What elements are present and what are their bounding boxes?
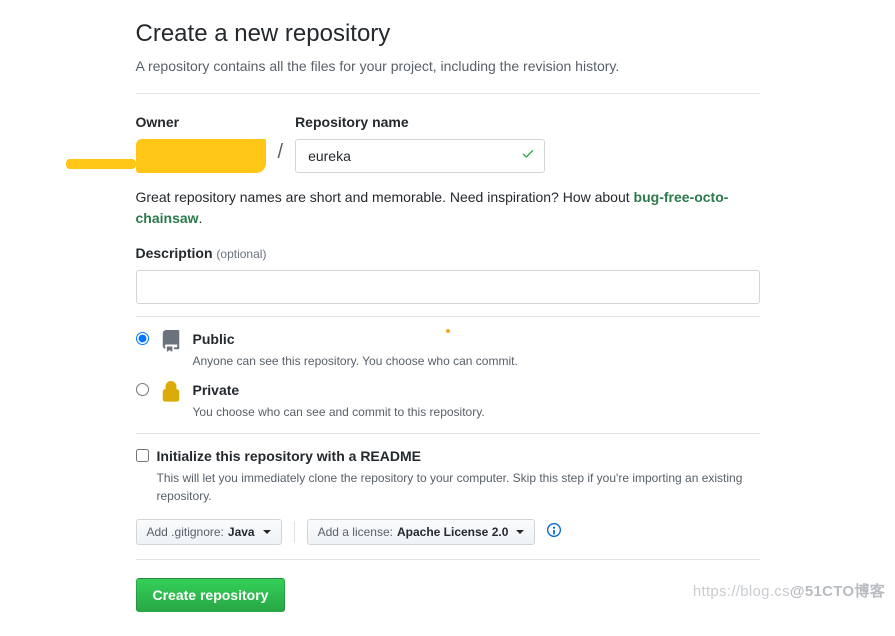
license-select[interactable]: Add a license: Apache License 2.0 xyxy=(307,519,536,545)
check-icon xyxy=(521,146,535,167)
readme-checkbox[interactable] xyxy=(136,449,149,462)
readme-title: Initialize this repository with a README xyxy=(157,448,421,464)
visibility-public-row: Public Anyone can see this repository. Y… xyxy=(136,329,760,370)
repo-name-label: Repository name xyxy=(295,112,545,133)
name-hint: Great repository names are short and mem… xyxy=(136,187,760,229)
owner-repo-row: Owner / Repository name xyxy=(136,112,760,173)
create-repository-button[interactable]: Create repository xyxy=(136,578,286,612)
page-title: Create a new repository xyxy=(136,16,760,52)
divider xyxy=(136,316,760,317)
public-title: Public xyxy=(193,331,235,347)
description-label: Description (optional) xyxy=(136,243,760,264)
slash-separator: / xyxy=(274,137,288,173)
divider xyxy=(136,93,760,94)
gitignore-select[interactable]: Add .gitignore: Java xyxy=(136,519,282,545)
public-sub: Anyone can see this repository. You choo… xyxy=(193,352,518,370)
visibility-private-row: Private You choose who can see and commi… xyxy=(136,380,760,421)
divider xyxy=(136,433,760,434)
chevron-down-icon xyxy=(516,530,524,534)
public-radio[interactable] xyxy=(136,332,149,345)
divider xyxy=(136,559,760,560)
private-title: Private xyxy=(193,382,240,398)
page-subtitle: A repository contains all the files for … xyxy=(136,56,760,77)
owner-label: Owner xyxy=(136,112,266,133)
lock-icon xyxy=(159,380,183,404)
readme-sub: This will let you immediately clone the … xyxy=(157,469,760,505)
repo-icon xyxy=(159,329,183,353)
info-icon[interactable] xyxy=(547,522,561,543)
private-sub: You choose who can see and commit to thi… xyxy=(193,403,485,421)
owner-selector[interactable] xyxy=(136,139,266,173)
orange-dot-icon xyxy=(446,329,450,333)
chevron-down-icon xyxy=(263,530,271,534)
dropdown-row: Add .gitignore: Java Add a license: Apac… xyxy=(136,519,760,545)
vertical-separator xyxy=(294,521,295,543)
repo-name-input[interactable] xyxy=(295,139,545,173)
description-input[interactable] xyxy=(136,270,760,304)
private-radio[interactable] xyxy=(136,383,149,396)
readme-row: Initialize this repository with a README… xyxy=(136,446,760,505)
